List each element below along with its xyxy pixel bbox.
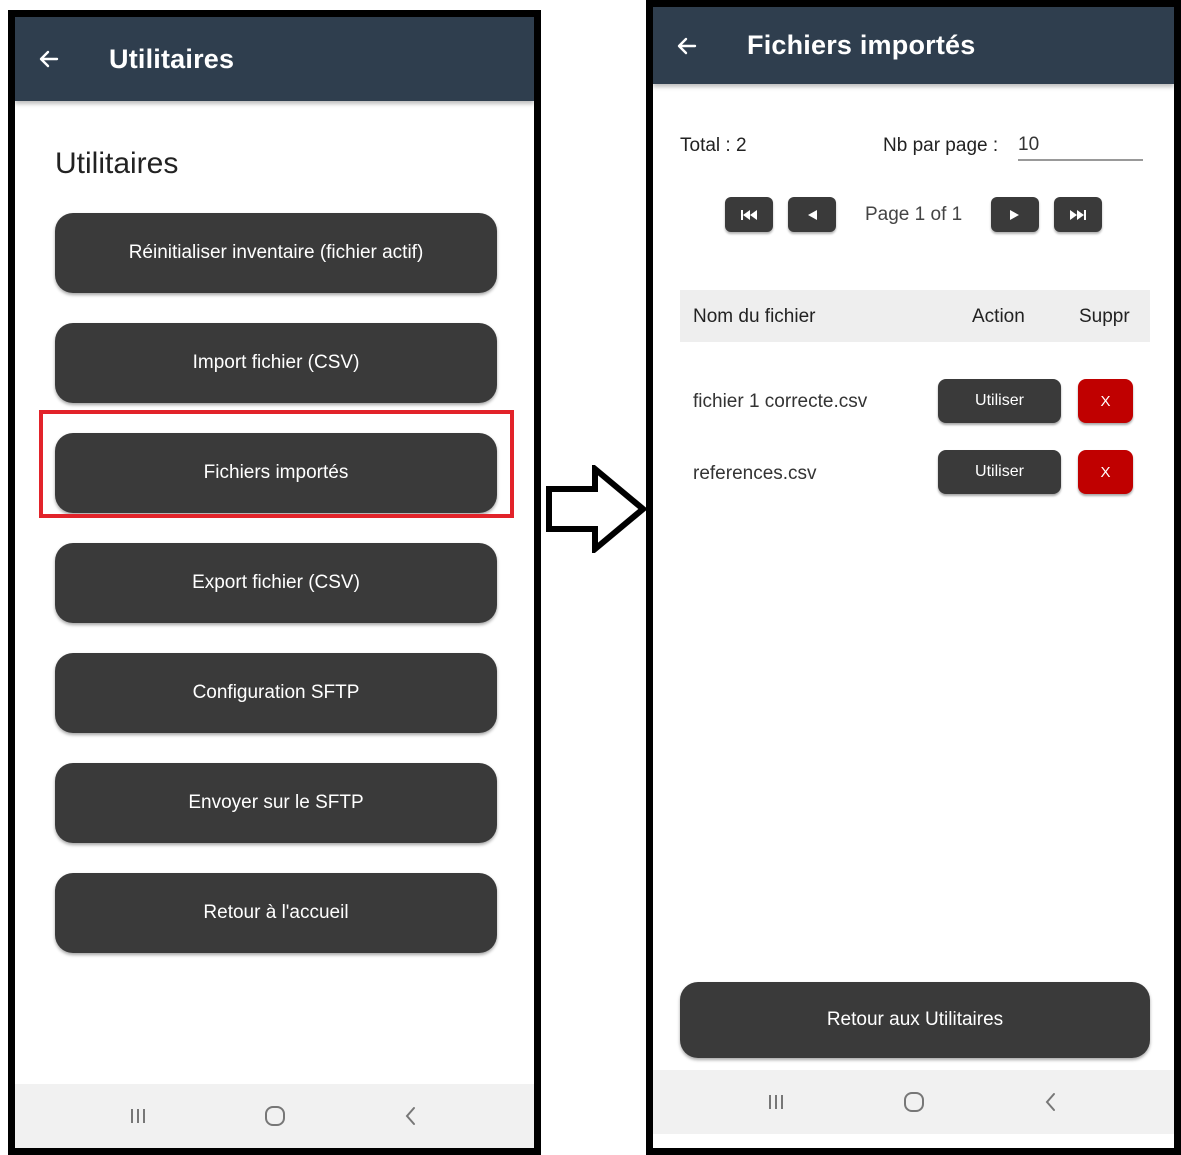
use-file-button[interactable]: Utiliser <box>938 450 1061 494</box>
back-nav-icon[interactable] <box>1037 1088 1065 1116</box>
sftp-config-button[interactable]: Configuration SFTP <box>55 653 497 733</box>
system-nav-bar <box>653 1070 1174 1134</box>
recents-icon[interactable] <box>762 1088 790 1116</box>
delete-file-button[interactable]: X <box>1078 379 1133 423</box>
page-title: Utilitaires <box>55 147 179 180</box>
column-header-action: Action <box>972 306 1025 327</box>
return-utilities-button[interactable]: Retour aux Utilitaires <box>680 982 1150 1058</box>
app-bar: Utilitaires <box>15 17 534 101</box>
file-name: fichier 1 correcte.csv <box>693 391 868 412</box>
back-arrow-icon[interactable] <box>675 34 699 58</box>
flow-arrow-icon <box>546 465 647 553</box>
delete-file-button[interactable]: X <box>1078 450 1133 494</box>
file-name: references.csv <box>693 463 817 484</box>
appbar-title: Fichiers importés <box>747 30 976 60</box>
column-header-delete: Suppr <box>1079 306 1130 327</box>
next-page-button[interactable] <box>991 197 1039 232</box>
page-indicator: Page 1 of 1 <box>865 204 963 225</box>
total-count: Total : 2 <box>680 135 747 156</box>
column-header-name: Nom du fichier <box>693 306 816 327</box>
reset-inventory-button[interactable]: Réinitialiser inventaire (fichier actif) <box>55 213 497 293</box>
first-page-icon <box>741 209 757 220</box>
export-file-button[interactable]: Export fichier (CSV) <box>55 543 497 623</box>
prev-page-icon <box>808 209 817 220</box>
return-home-button[interactable]: Retour à l'accueil <box>55 873 497 953</box>
utilitaires-screen: Utilitaires Utilitaires Réinitialiser in… <box>8 10 541 1155</box>
last-page-button[interactable] <box>1054 197 1102 232</box>
appbar-title: Utilitaires <box>109 43 235 74</box>
system-nav-bar <box>15 1084 534 1148</box>
send-sftp-button[interactable]: Envoyer sur le SFTP <box>55 763 497 843</box>
app-bar: Fichiers importés <box>653 7 1174 84</box>
table-header: Nom du fichier Action Suppr <box>680 290 1150 342</box>
next-page-icon <box>1010 209 1019 220</box>
recents-icon[interactable] <box>124 1102 152 1130</box>
highlight-box <box>39 410 514 518</box>
home-icon[interactable] <box>900 1088 928 1116</box>
last-page-icon <box>1070 209 1086 220</box>
imported-files-screen: Fichiers importés Total : 2 Nb par page … <box>646 0 1181 1155</box>
import-file-button[interactable]: Import fichier (CSV) <box>55 323 497 403</box>
first-page-button[interactable] <box>725 197 773 232</box>
per-page-label: Nb par page : <box>883 135 999 156</box>
prev-page-button[interactable] <box>788 197 836 232</box>
back-nav-icon[interactable] <box>397 1102 425 1130</box>
back-arrow-icon[interactable] <box>37 47 61 71</box>
home-icon[interactable] <box>261 1102 289 1130</box>
use-file-button[interactable]: Utiliser <box>938 379 1061 423</box>
per-page-input[interactable] <box>1018 131 1143 161</box>
